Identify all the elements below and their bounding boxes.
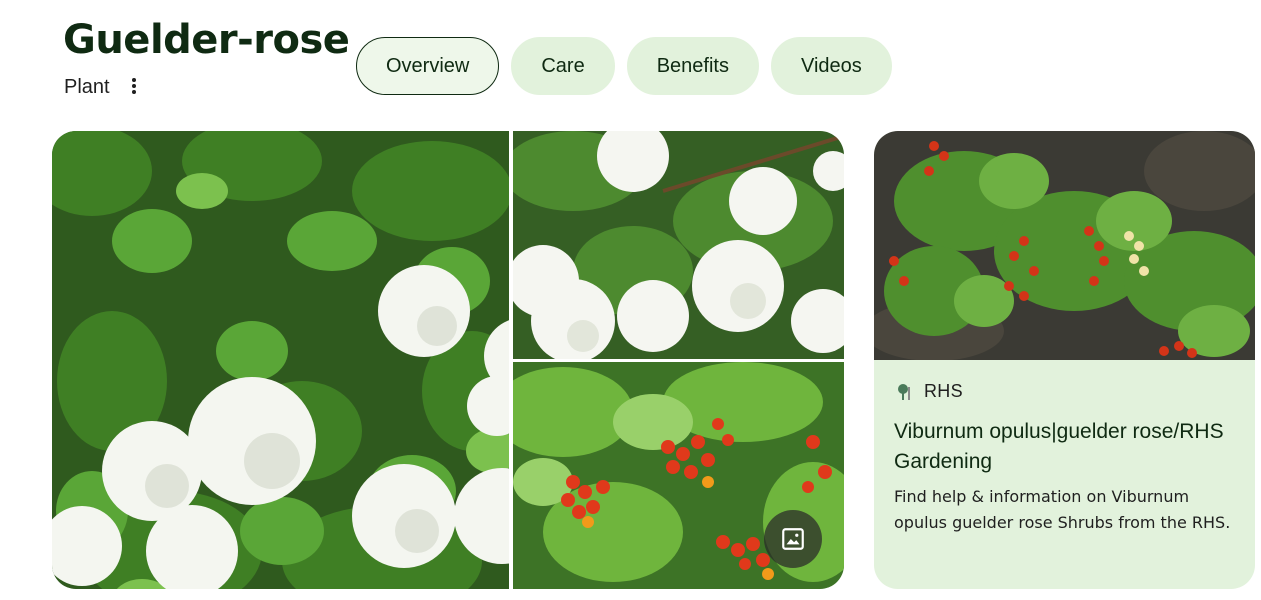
tree-icon [898,383,910,400]
result-description: Find help & information on Viburnum opul… [894,487,1231,532]
result-title[interactable]: Viburnum opulus|guelder rose/RHS Gardeni… [894,417,1239,477]
tab-videos[interactable]: Videos [770,37,892,95]
more-images-button[interactable] [764,510,822,568]
entity-type-label: Plant [64,76,110,98]
tab-care[interactable]: Care [511,37,615,95]
image-icon [782,528,804,550]
more-options-icon[interactable] [124,76,144,98]
source-attribution: RHS [896,381,963,402]
tab-bar: Overview Care Benefits Videos [356,37,892,95]
gallery-image-main[interactable] [52,131,509,589]
card-image-berries [874,131,1255,360]
source-name: RHS [924,381,963,401]
tab-overview[interactable]: Overview [356,37,500,95]
gallery-image-flowers[interactable] [513,131,844,359]
tab-benefits[interactable]: Benefits [626,37,759,95]
page-title: Guelder-rose [63,17,350,63]
source-result-card[interactable]: RHS Viburnum opulus|guelder rose/RHS Gar… [874,131,1255,589]
